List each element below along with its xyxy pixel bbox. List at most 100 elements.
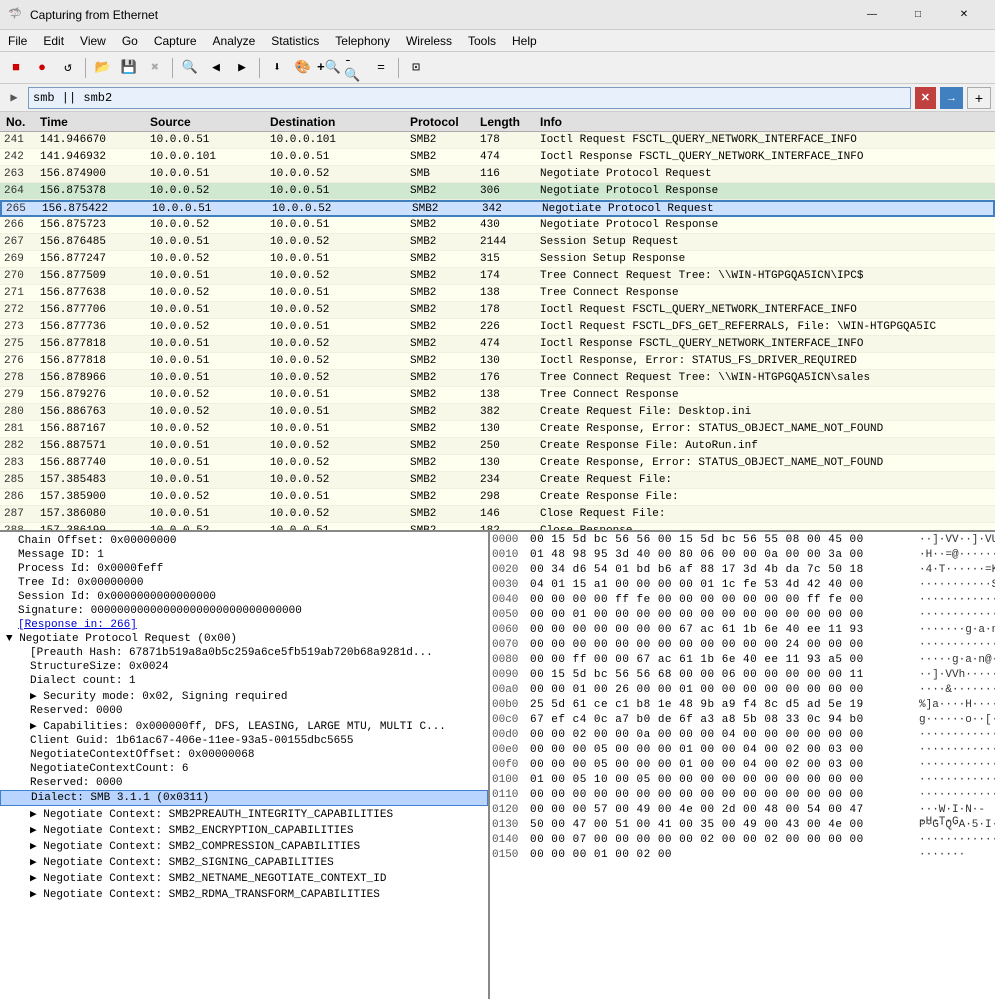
filter-apply-button[interactable]: → [940,87,963,109]
search-button[interactable]: 🔍 [178,56,202,80]
hex-addr: 00b0 [492,699,530,714]
cell-no: 267 [0,236,40,248]
cell-time: 156.877706 [40,304,150,316]
cell-source: 10.0.0.52 [150,389,270,401]
detail-line: ▼ Negotiate Protocol Request (0x00) [0,632,488,646]
maximize-button[interactable]: □ [895,0,941,30]
table-row[interactable]: 273 156.877736 10.0.0.52 10.0.0.51 SMB2 … [0,319,995,336]
cell-source: 10.0.0.52 [150,219,270,231]
detail-line[interactable]: [Response in: 266] [0,618,488,632]
table-row[interactable]: 275 156.877818 10.0.0.51 10.0.0.52 SMB2 … [0,336,995,353]
hex-pane[interactable]: 0000 00 15 5d bc 56 56 00 15 5d bc 56 55… [490,532,995,999]
response-link[interactable]: [Response in: 266] [18,619,137,631]
packet-header: No. Time Source Destination Protocol Len… [0,112,995,132]
menu-item-statistics[interactable]: Statistics [263,30,327,51]
filter-input[interactable] [28,87,911,109]
filter-clear-button[interactable]: ✕ [915,87,936,109]
table-row[interactable]: 287 157.386080 10.0.0.51 10.0.0.52 SMB2 … [0,506,995,523]
cell-no: 276 [0,355,40,367]
menu-item-go[interactable]: Go [114,30,146,51]
cell-dest: 10.0.0.51 [270,151,410,163]
cell-protocol: SMB2 [410,491,480,503]
menu-item-help[interactable]: Help [504,30,545,51]
hex-addr: 0080 [492,654,530,669]
table-row[interactable]: 283 156.887740 10.0.0.51 10.0.0.52 SMB2 … [0,455,995,472]
cell-no: 270 [0,270,40,282]
table-row[interactable]: 269 156.877247 10.0.0.52 10.0.0.51 SMB2 … [0,251,995,268]
cell-info: Create Response File: [540,491,995,503]
menu-item-file[interactable]: File [0,30,35,51]
table-row[interactable]: 279 156.879276 10.0.0.52 10.0.0.51 SMB2 … [0,387,995,404]
zoom-in-button[interactable]: +🔍 [317,56,341,80]
menu-item-analyze[interactable]: Analyze [205,30,264,51]
detail-line: Dialect: SMB 3.1.1 (0x0311) [0,790,488,806]
table-row[interactable]: 278 156.878966 10.0.0.51 10.0.0.52 SMB2 … [0,370,995,387]
table-row[interactable]: 286 157.385900 10.0.0.52 10.0.0.51 SMB2 … [0,489,995,506]
hex-data: 00 15 5d bc 56 56 00 15 5d bc 56 55 08 0… [530,534,913,549]
close-button[interactable]: ✕ [941,0,987,30]
filter-add-button[interactable]: + [967,87,991,109]
cell-source: 10.0.0.52 [150,423,270,435]
table-row[interactable]: 267 156.876485 10.0.0.51 10.0.0.52 SMB2 … [0,234,995,251]
hex-data: 00 00 00 01 00 02 00 [530,849,913,864]
detail-line: Reserved: 0000 [0,776,488,790]
cell-no: 279 [0,389,40,401]
table-row[interactable]: 242 141.946932 10.0.0.101 10.0.0.51 SMB2… [0,149,995,166]
table-row[interactable]: 282 156.887571 10.0.0.51 10.0.0.52 SMB2 … [0,438,995,455]
menu-item-capture[interactable]: Capture [146,30,205,51]
table-row[interactable]: 263 156.874900 10.0.0.51 10.0.0.52 SMB 1… [0,166,995,183]
cell-time: 156.887167 [40,423,150,435]
go-forward-button[interactable]: ▶ [230,56,254,80]
cell-length: 250 [480,440,540,452]
menu-item-edit[interactable]: Edit [35,30,72,51]
cell-info: Ioctl Request FSCTL_DFS_GET_REFERRALS, F… [540,321,995,333]
menu-item-tools[interactable]: Tools [460,30,504,51]
hex-data: 00 00 01 00 26 00 00 01 00 00 00 00 00 0… [530,684,913,699]
hex-data: 00 00 00 05 00 00 00 01 00 00 04 00 02 0… [530,759,913,774]
hex-ascii: ······· [913,849,993,864]
cell-protocol: SMB2 [410,525,480,532]
save-button[interactable]: 💾 [117,56,141,80]
zoom-out-button[interactable]: -🔍 [343,56,367,80]
start-button[interactable]: ● [30,56,54,80]
open-button[interactable]: 📂 [91,56,115,80]
cell-no: 266 [0,219,40,231]
table-row[interactable]: 285 157.385483 10.0.0.51 10.0.0.52 SMB2 … [0,472,995,489]
hex-addr: 0120 [492,804,530,819]
detail-line: ▶ Security mode: 0x02, Signing required [0,688,488,704]
table-row[interactable]: 266 156.875723 10.0.0.52 10.0.0.51 SMB2 … [0,217,995,234]
table-row[interactable]: 270 156.877509 10.0.0.51 10.0.0.52 SMB2 … [0,268,995,285]
hex-row: 0040 00 00 00 00 ff fe 00 00 00 00 00 00… [492,594,993,609]
minimize-button[interactable]: — [849,0,895,30]
close-file-button[interactable]: ✖ [143,56,167,80]
go-back-button[interactable]: ◀ [204,56,228,80]
menu-item-telephony[interactable]: Telephony [327,30,398,51]
hex-ascii: P·G·Q·A·5·I·C·N· [913,819,993,834]
hex-ascii: ····&··········· [913,684,993,699]
table-row[interactable]: 271 156.877638 10.0.0.52 10.0.0.51 SMB2 … [0,285,995,302]
table-row[interactable]: 264 156.875378 10.0.0.52 10.0.0.51 SMB2 … [0,183,995,200]
cell-time: 156.877247 [40,253,150,265]
table-row[interactable]: 265 156.875422 10.0.0.51 10.0.0.52 SMB2 … [0,200,995,217]
menu-item-view[interactable]: View [72,30,114,51]
detail-line: [Preauth Hash: 67871b519a8a0b5c259a6ce5f… [0,646,488,660]
zoom-normal-button[interactable]: = [369,56,393,80]
resize-cols-button[interactable]: ⊡ [404,56,428,80]
colorize-button[interactable]: 🎨 [291,56,315,80]
restart-button[interactable]: ↺ [56,56,80,80]
table-row[interactable]: 276 156.877818 10.0.0.51 10.0.0.52 SMB2 … [0,353,995,370]
cell-length: 430 [480,219,540,231]
table-row[interactable]: 272 156.877706 10.0.0.51 10.0.0.52 SMB2 … [0,302,995,319]
table-row[interactable]: 241 141.946670 10.0.0.51 10.0.0.101 SMB2… [0,132,995,149]
hex-row: 0110 00 00 00 00 00 00 00 00 00 00 00 00… [492,789,993,804]
table-row[interactable]: 288 157.386199 10.0.0.52 10.0.0.51 SMB2 … [0,523,995,532]
cell-length: 474 [480,338,540,350]
table-row[interactable]: 281 156.887167 10.0.0.52 10.0.0.51 SMB2 … [0,421,995,438]
scroll-end-button[interactable]: ⬇ [265,56,289,80]
detail-pane[interactable]: Chain Offset: 0x00000000Message ID: 1Pro… [0,532,490,999]
stop-button[interactable]: ■ [4,56,28,80]
table-row[interactable]: 280 156.886763 10.0.0.52 10.0.0.51 SMB2 … [0,404,995,421]
menu-item-wireless[interactable]: Wireless [398,30,460,51]
detail-line: ▶ Negotiate Context: SMB2_SIGNING_CAPABI… [0,854,488,870]
hex-data: 04 01 15 a1 00 00 00 00 01 1c fe 53 4d 4… [530,579,913,594]
